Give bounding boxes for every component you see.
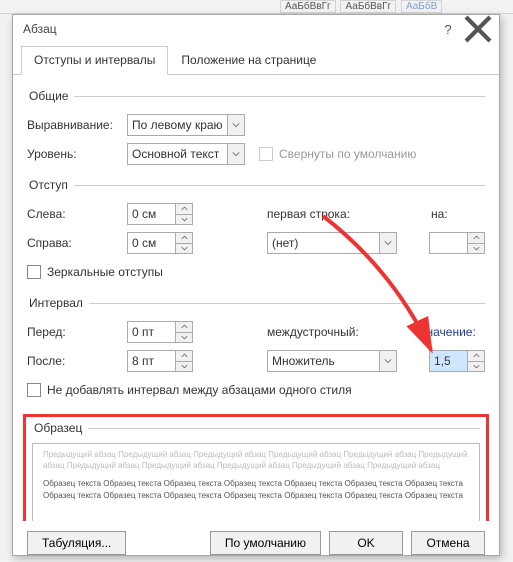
spacing-at-spin[interactable]: 1,5 <box>429 350 485 372</box>
chevron-down-icon <box>227 144 244 164</box>
alignment-label: Выравнивание: <box>27 118 127 132</box>
tab-strip: Отступы и интервалы Положение на страниц… <box>13 45 499 75</box>
caret-up-icon[interactable] <box>176 204 192 215</box>
spacing-after-value: 8 пт <box>132 354 154 368</box>
chevron-down-icon <box>379 351 396 371</box>
paragraph-dialog: Абзац ? Отступы и интервалы Положение на… <box>12 14 500 556</box>
group-spacing-legend: Интервал <box>27 296 89 310</box>
caret-up-icon[interactable] <box>176 233 192 244</box>
group-general: Общие Выравнивание: По левому краю Урове… <box>27 89 485 172</box>
style-gallery-2: АаБбВвГг <box>340 0 396 13</box>
indent-right-label: Справа: <box>27 236 127 250</box>
group-indent-legend: Отступ <box>27 178 74 192</box>
spacing-after-label: После: <box>27 354 127 368</box>
no-space-checkbox[interactable] <box>27 383 41 397</box>
first-line-value: (нет) <box>272 236 298 250</box>
dialog-button-row: Табуляция... По умолчанию OK Отмена <box>13 521 499 555</box>
style-gallery-1: АаБбВвГг <box>280 0 336 13</box>
mirror-indents-label: Зеркальные отступы <box>47 265 163 279</box>
group-preview: Образец Предыдущий абзац Предыдущий абза… <box>32 421 480 521</box>
indent-right-spin[interactable]: 0 см <box>127 232 193 254</box>
group-preview-legend: Образец <box>32 421 88 435</box>
group-general-legend: Общие <box>27 89 74 103</box>
tab-line-page-breaks[interactable]: Положение на странице <box>168 46 329 75</box>
chevron-down-icon <box>227 115 244 135</box>
caret-up-icon[interactable] <box>468 351 484 362</box>
outline-level-select[interactable]: Основной текст <box>127 143 245 165</box>
no-space-label: Не добавлять интервал между абзацами одн… <box>47 383 352 397</box>
caret-down-icon[interactable] <box>176 244 192 254</box>
mirror-indents-checkbox[interactable] <box>27 265 41 279</box>
group-spacing: Интервал Перед: 0 пт междустрочный: знач… <box>27 296 485 408</box>
caret-up-icon[interactable] <box>176 322 192 333</box>
indent-right-value: 0 см <box>132 236 156 250</box>
preview-body-text: Образец текста Образец текста Образец те… <box>43 478 469 503</box>
panel-indents-spacing: Общие Выравнивание: По левому краю Урове… <box>13 75 499 521</box>
caret-down-icon[interactable] <box>176 333 192 343</box>
preview-box: Предыдущий абзац Предыдущий абзац Предыд… <box>32 443 480 521</box>
spacing-before-spin[interactable]: 0 пт <box>127 321 193 343</box>
cancel-button[interactable]: Отмена <box>411 531 485 555</box>
tab-indents-spacing[interactable]: Отступы и интервалы <box>21 46 168 75</box>
style-gallery-3: АаБбВ <box>401 0 442 13</box>
tabs-button[interactable]: Табуляция... <box>27 531 126 555</box>
preview-prev-text: Предыдущий абзац Предыдущий абзац Предыд… <box>43 450 469 472</box>
chevron-down-icon <box>379 233 396 253</box>
ok-button[interactable]: OK <box>329 531 403 555</box>
group-indent: Отступ Слева: 0 см первая строка: на: Сп… <box>27 178 485 290</box>
collapsed-label: Свернуты по умолчанию <box>279 147 416 161</box>
outline-level-label: Уровень: <box>27 147 127 161</box>
caret-down-icon[interactable] <box>468 244 484 254</box>
caret-down-icon[interactable] <box>468 362 484 372</box>
caret-down-icon[interactable] <box>176 362 192 372</box>
first-line-select[interactable]: (нет) <box>267 232 397 254</box>
spacing-after-spin[interactable]: 8 пт <box>127 350 193 372</box>
dialog-title: Абзац <box>23 22 433 36</box>
ribbon-background: АаБбВвГг АаБбВвГг АаБбВ <box>0 0 513 14</box>
indent-by-label: на: <box>431 207 485 221</box>
indent-left-spin[interactable]: 0 см <box>127 203 193 225</box>
help-button[interactable]: ? <box>433 18 463 40</box>
set-default-button[interactable]: По умолчанию <box>210 531 321 555</box>
indent-left-value: 0 см <box>132 207 156 221</box>
spacing-before-value: 0 пт <box>132 325 154 339</box>
spacing-at-label: значение: <box>421 325 485 339</box>
caret-up-icon[interactable] <box>468 233 484 244</box>
spacing-at-value: 1,5 <box>434 354 451 368</box>
alignment-select[interactable]: По левому краю <box>127 114 245 136</box>
alignment-value: По левому краю <box>132 118 223 132</box>
titlebar: Абзац ? <box>13 15 499 43</box>
spacing-before-label: Перед: <box>27 325 127 339</box>
line-spacing-label: междустрочный: <box>267 325 365 339</box>
first-line-label: первая строка: <box>267 207 365 221</box>
caret-down-icon[interactable] <box>176 215 192 225</box>
line-spacing-value: Множитель <box>272 354 335 368</box>
collapsed-checkbox <box>259 147 273 161</box>
caret-up-icon[interactable] <box>176 351 192 362</box>
preview-highlight-box: Образец Предыдущий абзац Предыдущий абза… <box>23 414 489 521</box>
indent-left-label: Слева: <box>27 207 127 221</box>
line-spacing-select[interactable]: Множитель <box>267 350 397 372</box>
indent-by-spin[interactable] <box>429 232 485 254</box>
outline-level-value: Основной текст <box>132 147 219 161</box>
close-button[interactable] <box>463 18 493 40</box>
